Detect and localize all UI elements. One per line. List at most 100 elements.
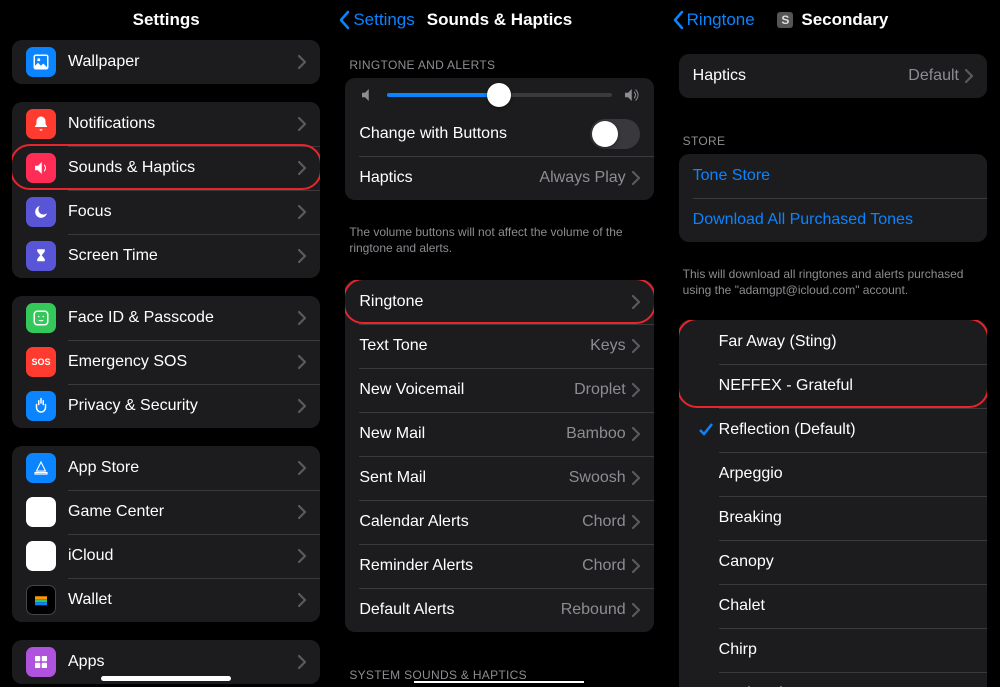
row-label: Reflection (Default) bbox=[719, 421, 973, 439]
chevron-right-icon bbox=[965, 69, 973, 83]
group-tones: RingtoneText ToneKeysNew VoicemailDrople… bbox=[345, 280, 653, 632]
row-label: Chirp bbox=[719, 641, 973, 659]
row-label: Emergency SOS bbox=[68, 353, 298, 371]
page-title: Secondary bbox=[801, 10, 888, 30]
row-notifications[interactable]: Notifications bbox=[12, 102, 320, 146]
row-label: App Store bbox=[68, 459, 298, 477]
row-wallet[interactable]: Wallet bbox=[12, 578, 320, 622]
row-custom-tone[interactable]: NEFFEX - Grateful bbox=[679, 364, 987, 408]
chevron-left-icon bbox=[337, 10, 351, 30]
group-apple-services: App Store Game Center iCloud Wallet bbox=[12, 446, 320, 622]
row-sent-mail[interactable]: Sent MailSwoosh bbox=[345, 456, 653, 500]
row-custom-tone[interactable]: Far Away (Sting) bbox=[679, 320, 987, 364]
back-button[interactable]: Ringtone bbox=[671, 10, 755, 30]
row-label: Screen Time bbox=[68, 247, 298, 265]
chevron-left-icon bbox=[671, 10, 685, 30]
row-reminder-alerts[interactable]: Reminder AlertsChord bbox=[345, 544, 653, 588]
chevron-right-icon bbox=[632, 171, 640, 185]
sounds-haptics-panel: Settings Sounds & Haptics RINGTONE AND A… bbox=[333, 0, 666, 687]
section-header: STORE bbox=[667, 116, 999, 154]
moon-icon bbox=[26, 197, 56, 227]
row-haptics[interactable]: Haptics Always Play bbox=[345, 156, 653, 200]
chevron-right-icon bbox=[632, 471, 640, 485]
ringer-volume-slider[interactable] bbox=[345, 78, 653, 112]
row-calendar-alerts[interactable]: Calendar AlertsChord bbox=[345, 500, 653, 544]
row-tone[interactable]: Reflection (Default) bbox=[679, 408, 987, 452]
volume-low-icon bbox=[359, 86, 377, 104]
row-appstore[interactable]: App Store bbox=[12, 446, 320, 490]
slider-track[interactable] bbox=[387, 93, 611, 97]
chevron-right-icon bbox=[632, 427, 640, 441]
row-tone[interactable]: Chalet bbox=[679, 584, 987, 628]
row-label: Text Tone bbox=[359, 337, 590, 355]
group-security: Face ID & Passcode SOS Emergency SOS Pri… bbox=[12, 296, 320, 428]
chevron-right-icon bbox=[298, 205, 306, 219]
row-label: Face ID & Passcode bbox=[68, 309, 298, 327]
row-label: Haptics bbox=[359, 169, 539, 187]
row-label: Ringtone bbox=[359, 293, 631, 311]
chevron-right-icon bbox=[298, 311, 306, 325]
row-label: New Mail bbox=[359, 425, 566, 443]
row-detail: Keys bbox=[590, 337, 626, 355]
row-default-alerts[interactable]: Default AlertsRebound bbox=[345, 588, 653, 632]
row-tone[interactable]: Canopy bbox=[679, 540, 987, 584]
row-label: Canopy bbox=[719, 553, 973, 571]
row-label: Haptics bbox=[693, 67, 909, 85]
hand-icon bbox=[26, 391, 56, 421]
row-wallpaper[interactable]: Wallpaper bbox=[12, 40, 320, 84]
row-tone-store[interactable]: Tone Store bbox=[679, 154, 987, 198]
check-column bbox=[693, 422, 719, 438]
group-wallpaper: Wallpaper bbox=[12, 40, 320, 84]
row-detail: Always Play bbox=[539, 169, 625, 187]
back-button[interactable]: Settings bbox=[337, 10, 414, 30]
chevron-right-icon bbox=[632, 603, 640, 617]
row-label: Reminder Alerts bbox=[359, 557, 582, 575]
chevron-right-icon bbox=[298, 161, 306, 175]
row-focus[interactable]: Focus bbox=[12, 190, 320, 234]
home-indicator[interactable] bbox=[101, 676, 231, 681]
ringtone-panel: Ringtone S Secondary Haptics Default STO… bbox=[667, 0, 1000, 687]
group-ringer-volume: Change with Buttons Haptics Always Play bbox=[345, 78, 653, 200]
row-text-tone[interactable]: Text ToneKeys bbox=[345, 324, 653, 368]
row-download-all-purchased-tones[interactable]: Download All Purchased Tones bbox=[679, 198, 987, 242]
row-new-mail[interactable]: New MailBamboo bbox=[345, 412, 653, 456]
row-privacy[interactable]: Privacy & Security bbox=[12, 384, 320, 428]
row-label: Default Alerts bbox=[359, 601, 560, 619]
group-system-1: Notifications Sounds & Haptics Focus Scr… bbox=[12, 102, 320, 278]
group-ringtones: Far Away (Sting) NEFFEX - Grateful Reflect… bbox=[679, 320, 987, 687]
row-label: NEFFEX - Grateful bbox=[719, 377, 973, 395]
row-emergency-sos[interactable]: SOS Emergency SOS bbox=[12, 340, 320, 384]
row-tone[interactable]: Chirp bbox=[679, 628, 987, 672]
checkmark-icon bbox=[698, 422, 714, 438]
row-label: Download All Purchased Tones bbox=[693, 211, 973, 229]
nav-header: Settings bbox=[0, 0, 332, 40]
faceid-icon bbox=[26, 303, 56, 333]
row-tone[interactable]: Breaking bbox=[679, 496, 987, 540]
slider-thumb[interactable] bbox=[487, 83, 511, 107]
row-new-voicemail[interactable]: New VoicemailDroplet bbox=[345, 368, 653, 412]
chevron-right-icon bbox=[298, 399, 306, 413]
row-screen-time[interactable]: Screen Time bbox=[12, 234, 320, 278]
row-detail: Chord bbox=[582, 557, 626, 575]
section-header: RINGTONE AND ALERTS bbox=[333, 40, 665, 78]
chevron-right-icon bbox=[632, 295, 640, 309]
row-change-with-buttons[interactable]: Change with Buttons bbox=[345, 112, 653, 156]
row-label: Sounds & Haptics bbox=[68, 159, 298, 177]
row-tone[interactable]: Daybreak bbox=[679, 672, 987, 687]
row-haptics[interactable]: Haptics Default bbox=[679, 54, 987, 98]
nav-header: Settings Sounds & Haptics bbox=[333, 0, 665, 40]
row-sounds-haptics[interactable]: Sounds & Haptics bbox=[12, 146, 320, 190]
row-faceid[interactable]: Face ID & Passcode bbox=[12, 296, 320, 340]
row-label: Far Away (Sting) bbox=[719, 333, 973, 351]
row-icloud[interactable]: iCloud bbox=[12, 534, 320, 578]
row-detail: Rebound bbox=[561, 601, 626, 619]
hourglass-icon bbox=[26, 241, 56, 271]
row-ringtone[interactable]: Ringtone bbox=[345, 280, 653, 324]
row-tone[interactable]: Arpeggio bbox=[679, 452, 987, 496]
row-label: Privacy & Security bbox=[68, 397, 298, 415]
sim-badge: S bbox=[777, 12, 793, 28]
settings-panel: Settings Wallpaper Notifications Sounds … bbox=[0, 0, 333, 687]
toggle-change-buttons[interactable] bbox=[590, 119, 640, 149]
chevron-right-icon bbox=[298, 461, 306, 475]
row-gamecenter[interactable]: Game Center bbox=[12, 490, 320, 534]
